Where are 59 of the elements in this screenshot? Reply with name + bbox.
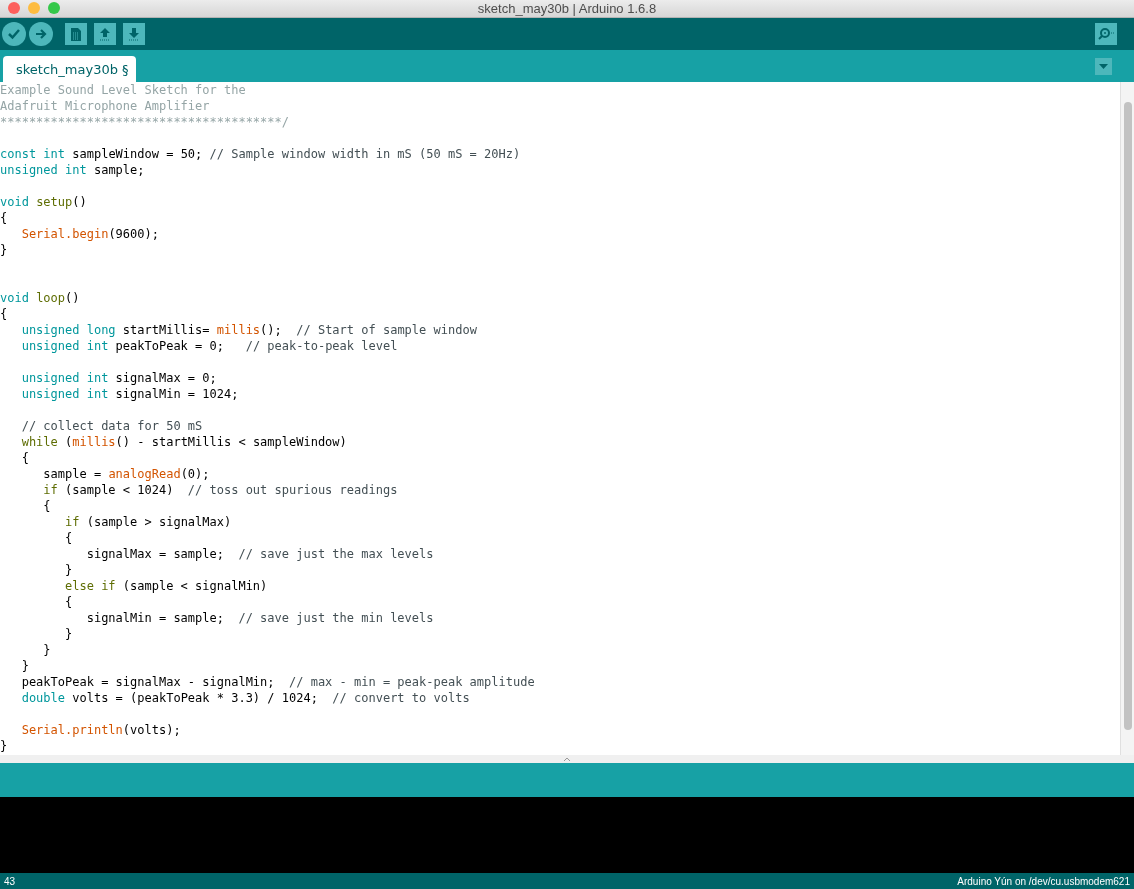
upload-button[interactable] [29,22,53,46]
code-line: Serial.begin(9600); [20,226,160,242]
code-line: ***************************************/ [0,114,290,130]
code-line: void loop() [0,290,81,306]
window-title: sketch_may30b | Arduino 1.6.8 [477,1,657,16]
checkmark-icon [7,28,21,40]
caret-icon [1099,64,1108,69]
close-button[interactable] [8,2,20,14]
code-line: signalMax = sample; // save just the max levels [85,546,435,562]
code-line: { [20,450,30,466]
tab-menu-button[interactable] [1095,58,1112,75]
serial-monitor-button[interactable] [1095,23,1117,45]
open-button[interactable] [94,23,116,45]
line-number: 43 [4,875,16,887]
code-line: const int sampleWindow = 50; // Sample window width in mS (50 mS = 20Hz) [0,146,522,162]
code-line: unsigned int signalMin = 1024; [20,386,240,402]
code-line: double volts = (peakToPeak * 3.3) / 1024; // convert to volts [20,690,471,706]
caret-icon [564,757,570,761]
code-line: { [0,210,9,226]
document-icon [70,26,82,42]
zoom-button[interactable] [48,2,60,14]
code-line: } [20,658,30,674]
code-line: sample = analogRead(0); [42,466,211,482]
code-line: if (sample < 1024) // toss out spurious readings [42,482,399,498]
scrollbar[interactable] [1120,82,1134,755]
down-arrow-icon [128,27,140,41]
magnifier-icon [1098,27,1114,41]
code-editor[interactable] [0,82,1134,755]
code-line: else if (sample < signalMin) [64,578,269,594]
code-line: unsigned int signalMax = 0; [20,370,218,386]
code-line: { [64,530,74,546]
code-line: while (millis() - startMillis < sampleWindow) [20,434,348,450]
sketch-tab[interactable]: sketch_may30b § [3,56,136,82]
code-line: unsigned long startMillis= millis(); // Start of sample window [20,322,478,338]
scrollbar-thumb[interactable] [1123,102,1132,730]
code-line: if (sample > signalMax) [64,514,233,530]
code-line: } [0,242,9,258]
save-button[interactable] [123,23,145,45]
code-line: } [0,738,9,754]
code-line: signalMin = sample; // save just the min levels [85,610,435,626]
code-line: } [64,562,74,578]
code-line: { [0,306,9,322]
up-arrow-icon [99,27,111,41]
code-line: } [64,626,74,642]
code-line: { [64,594,74,610]
code-line: Adafruit Microphone Amplifier [0,98,211,114]
right-arrow-icon [35,28,47,40]
code-line: } [42,642,52,658]
board-port-label: Arduino Yún on /dev/cu.usbmodem621 [957,875,1130,887]
code-line: Serial.println(volts); [20,722,182,738]
code-line: // collect data for 50 mS [20,418,204,434]
verify-button[interactable] [2,22,26,46]
code-line: unsigned int peakToPeak = 0; // peak-to-peak level [20,338,399,354]
code-line: void setup() [0,194,88,210]
code-line: unsigned int sample; [0,162,146,178]
new-button[interactable] [65,23,87,45]
code-line: { [42,498,52,514]
code-line: peakToPeak = signalMax - signalMin; // max - min = peak-peak amplitude [20,674,536,690]
code-line: Example Sound Level Sketch for the [0,82,247,98]
